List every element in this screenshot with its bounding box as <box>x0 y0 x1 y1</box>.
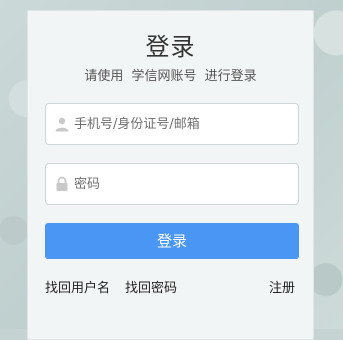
find-username-link[interactable]: 找回用户名 <box>45 277 110 296</box>
subtitle-prefix: 请使用 <box>84 69 124 84</box>
lock-icon <box>56 176 68 191</box>
user-icon <box>55 117 69 132</box>
username-field[interactable] <box>45 103 299 145</box>
subtitle-account: 学信网账号 <box>131 69 197 84</box>
password-field[interactable] <box>45 163 299 205</box>
login-subtitle: 请使用 学信网账号 进行登录 <box>28 65 313 84</box>
register-link[interactable]: 注册 <box>269 277 295 296</box>
password-input[interactable] <box>74 164 294 204</box>
username-input[interactable] <box>74 104 294 144</box>
login-button[interactable]: 登录 <box>45 223 299 259</box>
login-panel: 登录 请使用 学信网账号 进行登录 登录 找回用户名 找回密码 注册 <box>27 10 314 340</box>
subtitle-suffix: 进行登录 <box>204 69 257 84</box>
login-title: 登录 <box>145 33 196 61</box>
find-password-link[interactable]: 找回密码 <box>125 277 177 296</box>
